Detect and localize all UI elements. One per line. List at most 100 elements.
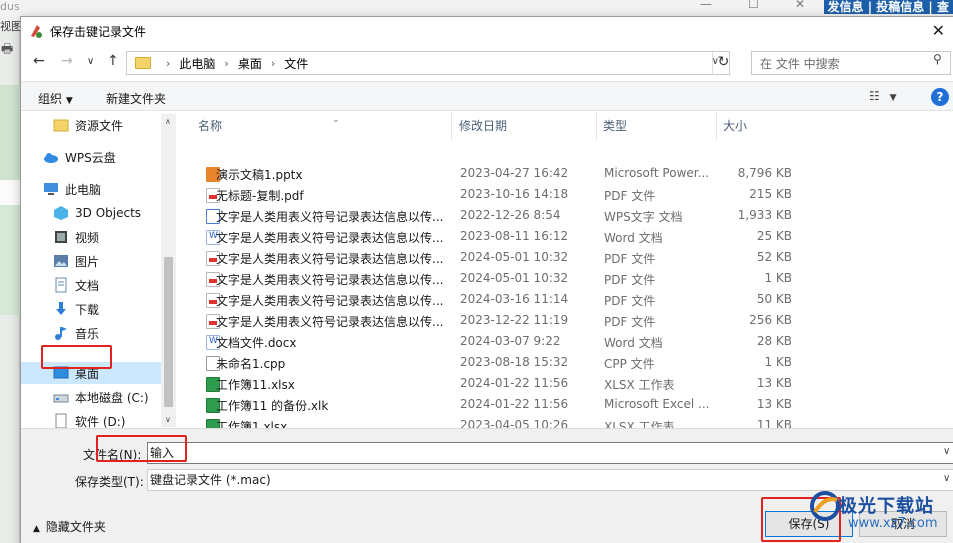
nav-item-wps-cloud[interactable]: WPS云盘	[43, 146, 116, 168]
file-size: 13 KB	[756, 397, 792, 411]
file-type: PDF 文件	[604, 294, 656, 308]
file-row[interactable]: 文字是人类用表义符号记录表达信息以传... 2024-03-16 11:14 PDF…	[192, 290, 792, 311]
file-row[interactable]: 文档文件.docx 2024-03-07 9:22 Word 文档 28 KB	[192, 332, 792, 353]
file-row[interactable]: 工作簿11 的备份.xlk 2024-01-22 11:56 Microsoft E…	[192, 395, 792, 416]
folder-icon	[53, 117, 69, 133]
recent-dropdown-icon[interactable]: ∨	[87, 56, 94, 67]
file-type: PDF 文件	[604, 252, 656, 266]
chevron-down-icon[interactable]: ∨	[943, 473, 953, 484]
file-row[interactable]: 演示文稿1.pptx 2023-04-27 16:42 Microsoft Powe…	[192, 164, 792, 185]
nav-item-label: 音乐	[75, 326, 100, 341]
file-list-scrollbar[interactable]	[791, 112, 808, 428]
nav-item-documents[interactable]: 文档	[53, 274, 99, 296]
search-input[interactable]: 在 文件 中搜索	[751, 51, 951, 75]
video-icon	[53, 229, 69, 245]
back-arrow-icon[interactable]: ←	[33, 53, 45, 69]
filename-input[interactable]: 输入	[147, 442, 953, 464]
file-row[interactable]: 文字是人类用表义符号记录表达信息以传... 2024-05-01 10:32 PDF…	[192, 248, 792, 269]
dialog-title: 保存击键记录文件	[50, 24, 147, 39]
address-bar[interactable]: › 此电脑 › 桌面 › 文件 ∨	[126, 51, 730, 75]
file-date: 2024-03-07 9:22	[460, 334, 561, 348]
nav-item-desktop[interactable]: 桌面	[21, 362, 161, 384]
file-type: Word 文档	[604, 231, 663, 245]
forward-arrow-icon[interactable]: →	[61, 53, 73, 69]
file-name: 文字是人类用表义符号记录表达信息以传...	[216, 252, 444, 266]
nav-item-music[interactable]: 音乐	[53, 322, 99, 344]
file-row[interactable]: 工作簿11.xlsx 2024-01-22 11:56 XLSX 工作表 13 KB	[192, 374, 792, 395]
column-header-name[interactable]: 名称 ⌄	[192, 112, 452, 140]
dialog-close-icon[interactable]: ✕	[932, 21, 945, 40]
file-row[interactable]: 文字是人类用表义符号记录表达信息以传... 2024-05-01 10:32 PDF…	[192, 269, 792, 290]
breadcrumb-desktop[interactable]: 桌面	[238, 55, 262, 72]
view-options-icon[interactable]: ☷ ▼	[869, 89, 897, 103]
nav-item-label: 文档	[75, 278, 100, 293]
nav-item-pictures[interactable]: 图片	[53, 250, 99, 272]
nav-item-drive-c[interactable]: 本地磁盘 (C:)	[53, 386, 149, 408]
nav-item-downloads[interactable]: 下载	[53, 298, 99, 320]
file-type: Microsoft Power...	[604, 166, 710, 180]
cloud-icon	[43, 149, 59, 165]
dialog-titlebar: 保存击键记录文件 ✕	[21, 17, 953, 45]
file-name: 工作簿11 的备份.xlk	[216, 399, 329, 413]
chevron-right-icon: ›	[166, 56, 171, 70]
up-arrow-icon[interactable]: ↑	[107, 53, 119, 69]
help-icon[interactable]: ?	[931, 88, 949, 106]
file-type: PDF 文件	[604, 315, 656, 329]
toolbar: 组织 ▼ 新建文件夹 ☷ ▼ ?	[21, 81, 953, 111]
nav-item-videos[interactable]: 视频	[53, 226, 99, 248]
background-view-menu: 视图	[0, 20, 22, 33]
music-icon	[53, 325, 69, 341]
scroll-down-icon[interactable]: ∨	[165, 415, 171, 424]
file-list: 名称 ⌄ 修改日期 类型 大小 演示文稿1.pptx 2023-04-27 16:…	[178, 112, 948, 428]
file-name: 文字是人类用表义符号记录表达信息以传...	[216, 294, 444, 308]
file-row[interactable]: 未命名1.cpp 2023-08-18 15:32 CPP 文件 1 KB	[192, 353, 792, 374]
nav-item-3d-objects[interactable]: 3D Objects	[53, 202, 141, 224]
file-row[interactable]: 文字是人类用表义符号记录表达信息以传... 2023-08-11 16:12 Wor…	[192, 227, 792, 248]
background-top-links: 发信息 | 投稿信息 | 查	[823, 0, 953, 14]
file-size: 8,796 KB	[737, 166, 792, 180]
address-row: ← → ∨ ↑ › 此电脑 › 桌面 › 文件 ∨ ↻ 在 文件 中搜索 ⚲	[21, 49, 953, 77]
file-size: 11 KB	[756, 418, 792, 428]
file-date: 2023-04-27 16:42	[460, 166, 569, 180]
background-panel	[0, 85, 20, 180]
desktop-icon	[53, 365, 69, 381]
column-header-size[interactable]: 大小	[717, 112, 795, 140]
nav-item-drive-d[interactable]: 软件 (D:)	[53, 410, 125, 428]
nav-item-this-pc[interactable]: 此电脑	[43, 178, 101, 200]
file-size: 50 KB	[756, 292, 792, 306]
nav-item-resource-files[interactable]: 资源文件	[53, 114, 123, 136]
file-row[interactable]: 文字是人类用表义符号记录表达信息以传... 2022-12-26 8:54 WPS文…	[192, 206, 792, 227]
nav-scrollbar-thumb[interactable]	[164, 257, 173, 407]
file-row[interactable]: 文字是人类用表义符号记录表达信息以传... 2023-12-22 11:19 PDF…	[192, 311, 792, 332]
file-type: Word 文档	[604, 336, 663, 350]
scroll-up-icon[interactable]: ∧	[165, 117, 171, 126]
breadcrumb-this-pc[interactable]: 此电脑	[179, 55, 215, 72]
nav-item-label: 此电脑	[65, 182, 102, 197]
new-folder-button[interactable]: 新建文件夹	[106, 90, 166, 107]
background-corner-text: dus	[0, 0, 20, 13]
nav-item-label: 下载	[75, 302, 100, 317]
filename-label: 文件名(N):	[83, 448, 142, 462]
file-row[interactable]: 工作簿1.xlsx 2023-04-05 10:26 XLSX 工作表 11 KB	[192, 416, 792, 428]
filetype-select[interactable]: 键盘记录文件 (*.mac)	[147, 469, 953, 491]
column-header-type[interactable]: 类型	[597, 112, 717, 140]
file-row[interactable]: 无标题-复制.pdf 2023-10-16 14:18 PDF 文件 215 KB	[192, 185, 792, 206]
organize-menu[interactable]: 组织 ▼	[38, 90, 73, 107]
chevron-down-icon[interactable]: ∨	[943, 446, 953, 457]
file-size: 13 KB	[756, 376, 792, 390]
breadcrumb-files[interactable]: 文件	[284, 55, 308, 72]
sort-indicator-icon: ⌄	[332, 115, 340, 125]
file-date: 2024-01-22 11:56	[460, 376, 569, 390]
file-date: 2024-05-01 10:32	[460, 271, 569, 285]
nav-item-label: 3D Objects	[75, 206, 142, 220]
file-size: 28 KB	[756, 334, 792, 348]
cancel-button[interactable]: 取消	[859, 511, 947, 537]
hide-folders-toggle[interactable]: ▲ 隐藏文件夹	[33, 518, 106, 535]
save-button[interactable]: 保存(S)	[765, 511, 853, 537]
refresh-icon[interactable]: ↻	[712, 50, 734, 74]
file-date: 2023-12-22 11:19	[460, 313, 569, 327]
column-header-date[interactable]: 修改日期	[453, 112, 597, 140]
file-size: 1 KB	[764, 355, 792, 369]
drive-icon	[53, 413, 69, 428]
navigation-pane: 资源文件 WPS云盘 此电脑 3D Objects 视频 图片 文档 下载 音乐…	[21, 112, 177, 428]
